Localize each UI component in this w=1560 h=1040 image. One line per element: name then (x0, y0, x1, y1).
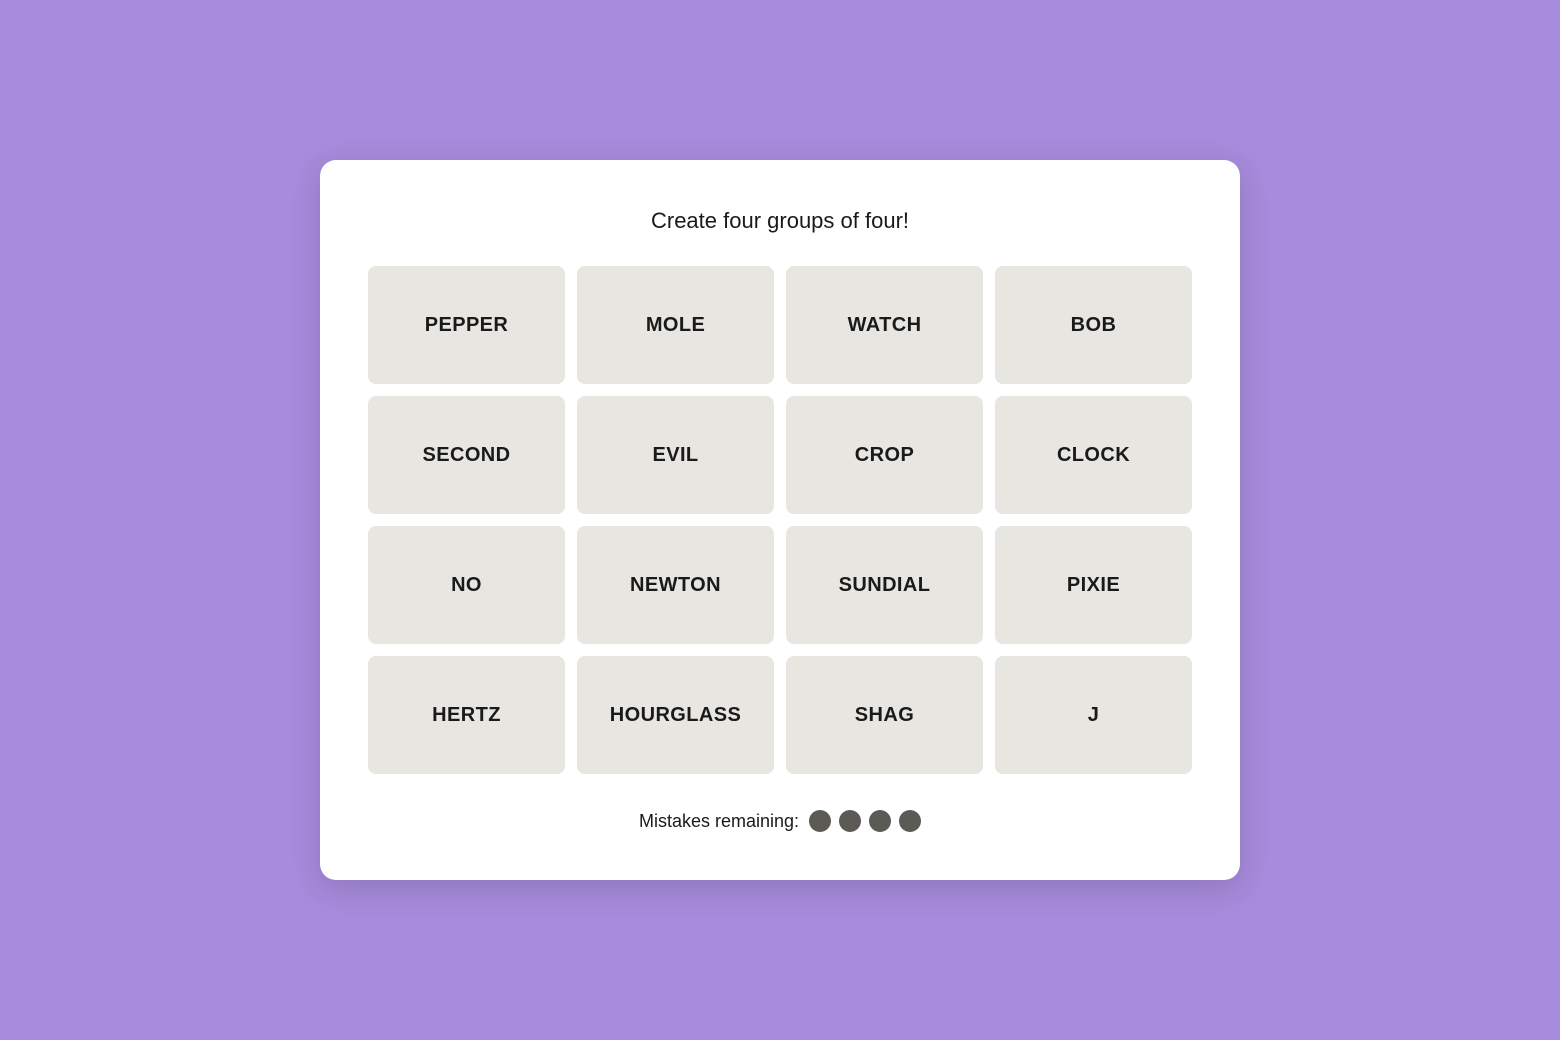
mistakes-label: Mistakes remaining: (639, 811, 799, 832)
word-card-second[interactable]: SECOND (368, 396, 565, 514)
word-card-j[interactable]: J (995, 656, 1192, 774)
word-card-sundial[interactable]: SUNDIAL (786, 526, 983, 644)
word-label-hourglass: HOURGLASS (610, 704, 741, 727)
word-card-no[interactable]: NO (368, 526, 565, 644)
word-label-clock: CLOCK (1057, 444, 1130, 467)
word-label-mole: MOLE (646, 314, 705, 337)
word-card-mole[interactable]: MOLE (577, 266, 774, 384)
word-label-j: J (1088, 704, 1100, 727)
word-label-pepper: PEPPER (425, 314, 509, 337)
word-label-evil: EVIL (652, 444, 698, 467)
game-container: Create four groups of four! PEPPER MOLE WA… (320, 160, 1240, 880)
word-label-crop: CROP (855, 444, 914, 467)
word-card-newton[interactable]: NEWTON (577, 526, 774, 644)
word-label-newton: NEWTON (630, 574, 721, 597)
word-card-pepper[interactable]: PEPPER (368, 266, 565, 384)
mistake-dot-3 (869, 810, 891, 832)
word-card-hourglass[interactable]: HOURGLASS (577, 656, 774, 774)
word-card-evil[interactable]: EVIL (577, 396, 774, 514)
word-grid: PEPPER MOLE WATCH BOB SECOND EVIL CROP CLOCK NO N… (368, 266, 1192, 774)
word-label-pixie: PIXIE (1067, 574, 1120, 597)
mistake-dot-1 (809, 810, 831, 832)
word-card-watch[interactable]: WATCH (786, 266, 983, 384)
word-card-crop[interactable]: CROP (786, 396, 983, 514)
mistakes-dots (809, 810, 921, 832)
word-card-hertz[interactable]: HERTZ (368, 656, 565, 774)
word-card-clock[interactable]: CLOCK (995, 396, 1192, 514)
word-label-second: SECOND (423, 444, 511, 467)
word-label-sundial: SUNDIAL (839, 574, 931, 597)
word-label-no: NO (451, 574, 482, 597)
mistakes-row: Mistakes remaining: (368, 810, 1192, 832)
word-label-watch: WATCH (848, 314, 922, 337)
word-label-shag: SHAG (855, 704, 914, 727)
word-label-bob: BOB (1071, 314, 1117, 337)
game-title: Create four groups of four! (368, 208, 1192, 234)
word-card-pixie[interactable]: PIXIE (995, 526, 1192, 644)
word-card-bob[interactable]: BOB (995, 266, 1192, 384)
word-label-hertz: HERTZ (432, 704, 501, 727)
mistake-dot-2 (839, 810, 861, 832)
mistake-dot-4 (899, 810, 921, 832)
word-card-shag[interactable]: SHAG (786, 656, 983, 774)
